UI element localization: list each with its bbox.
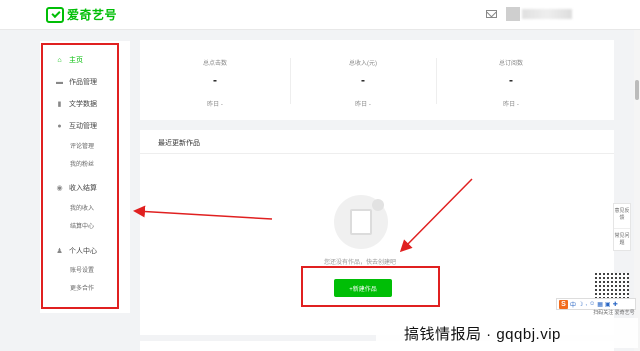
- mail-icon[interactable]: [486, 10, 497, 18]
- faq-button[interactable]: 常见问题: [614, 228, 630, 252]
- empty-clipboard-icon: [334, 195, 388, 249]
- logo-text: 爱奇艺号: [67, 8, 118, 22]
- feedback-button[interactable]: 意见反馈: [614, 204, 630, 228]
- avatar[interactable]: [506, 7, 520, 21]
- stat-label: 总点击数: [202, 61, 227, 67]
- tools-icon[interactable]: ✚: [613, 301, 618, 308]
- stat-value: -: [361, 73, 365, 87]
- ime-mode-label[interactable]: 中: [570, 300, 576, 309]
- scrollbar-thumb[interactable]: [635, 80, 639, 100]
- sidebar-highlight-box: [41, 43, 119, 309]
- qr-caption: 扫码关注 爱奇艺号: [593, 310, 635, 316]
- stat-label: 总收入(元): [349, 61, 377, 67]
- recent-works-title: 最近更新作品: [158, 140, 200, 147]
- empty-state-text: 您还没有作品，快去创建吧: [323, 260, 396, 266]
- floating-help-panel: 意见反馈 常见问题: [613, 203, 631, 251]
- logo-check-icon: [46, 6, 64, 23]
- stat-yesterday: 昨日 -: [355, 102, 371, 108]
- watermark: 搞钱情报局 · gqqbj.vip: [376, 318, 638, 348]
- username-blurred[interactable]: [522, 9, 572, 19]
- comma-icon[interactable]: ,: [585, 301, 587, 307]
- ime-toolbar[interactable]: S 中 ☽ , ☺ ▦ ▣ ✚: [556, 298, 636, 310]
- stat-label: 总订阅数: [498, 61, 523, 67]
- moon-icon[interactable]: ☽: [578, 301, 583, 308]
- shirt-icon[interactable]: ▣: [605, 301, 611, 308]
- top-bar: 爱奇艺号: [0, 0, 640, 30]
- stat-total-income: 总收入(元) - 昨日 -: [288, 40, 438, 108]
- stats-card: 总点击数 - 昨日 - 总收入(元) - 昨日 - 总订阅数 - 昨日 -: [140, 40, 614, 120]
- keyboard-icon[interactable]: ▦: [597, 301, 603, 308]
- stat-total-subscriptions: 总订阅数 - 昨日 -: [436, 40, 586, 108]
- sogou-logo-icon: S: [559, 299, 568, 309]
- stat-value: -: [509, 73, 513, 87]
- logo[interactable]: 爱奇艺号: [46, 6, 117, 23]
- stat-yesterday: 昨日 -: [207, 102, 223, 108]
- stat-total-clicks: 总点击数 - 昨日 -: [140, 40, 290, 108]
- button-highlight-box: [301, 266, 440, 307]
- stat-yesterday: 昨日 -: [503, 102, 519, 108]
- divider: [140, 153, 614, 154]
- stat-value: -: [213, 73, 217, 87]
- emoji-icon[interactable]: ☺: [589, 301, 595, 307]
